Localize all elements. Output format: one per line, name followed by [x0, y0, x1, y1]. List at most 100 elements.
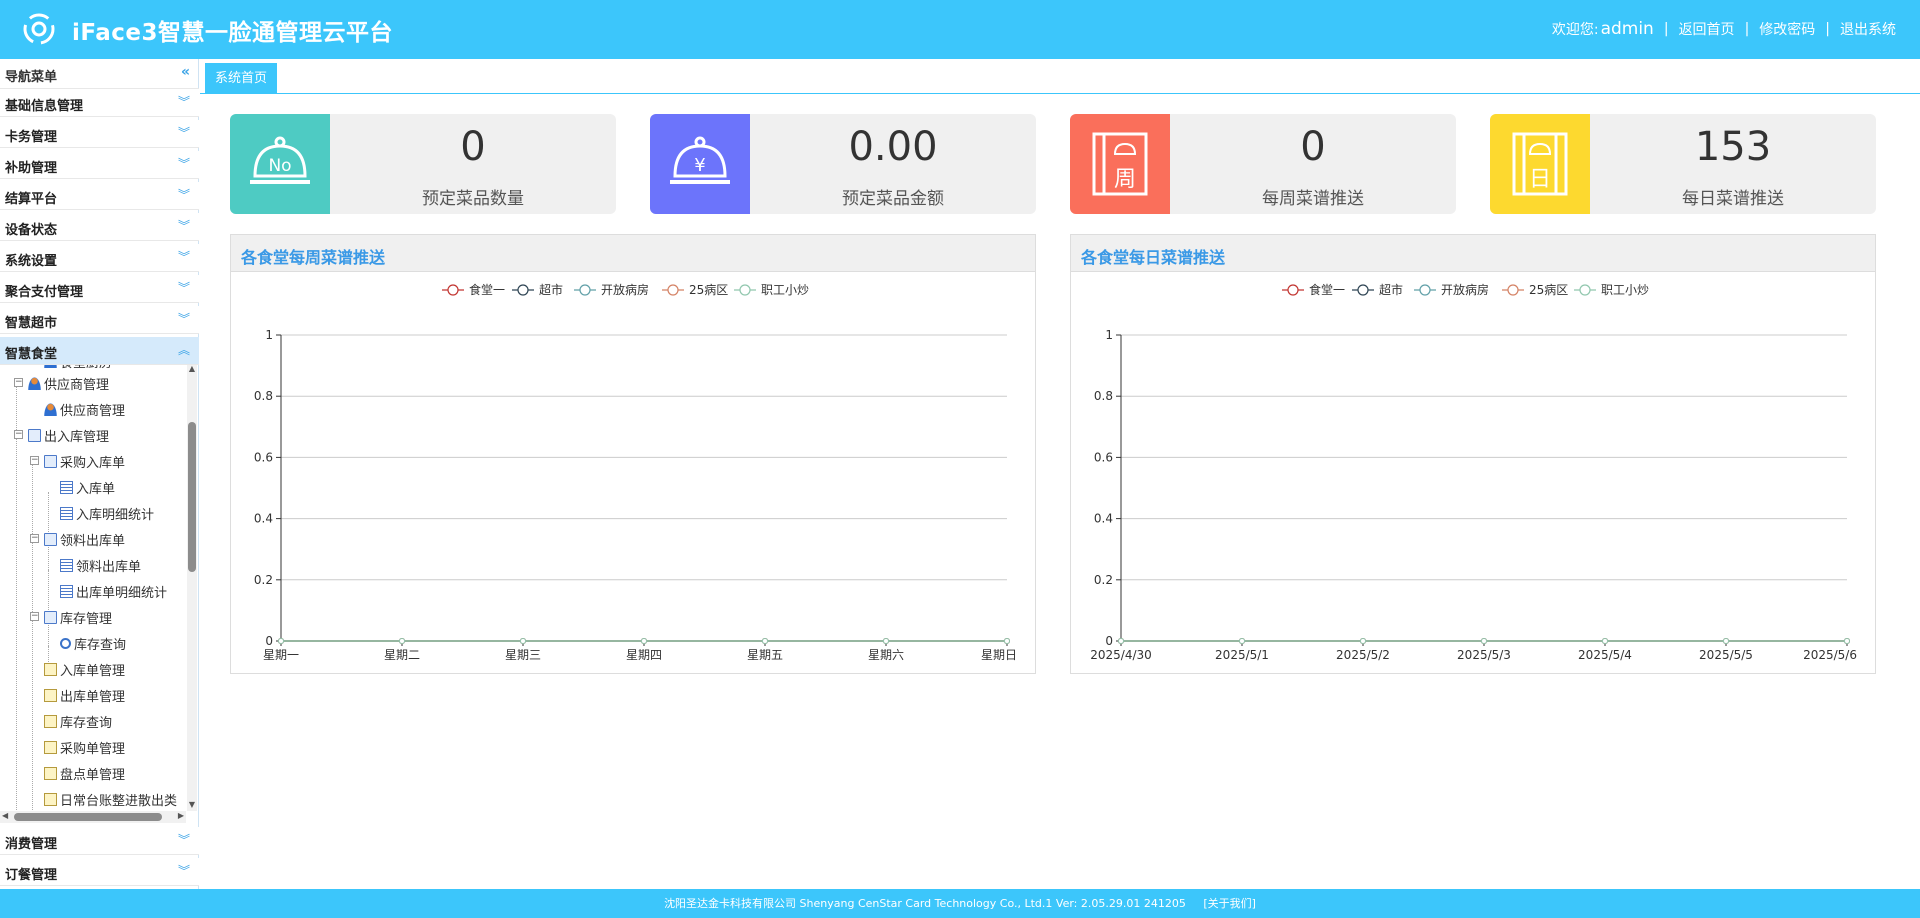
tree-node[interactable]: 出库单明细统计 — [60, 580, 167, 602]
data-point[interactable] — [1360, 638, 1366, 644]
x-tick-label: 星期一 — [263, 648, 299, 662]
data-point[interactable] — [399, 638, 405, 644]
about-link[interactable]: [关于我们] — [1203, 897, 1256, 910]
legend-item[interactable]: 食堂一 — [442, 282, 505, 297]
home-link[interactable]: 返回首页 — [1679, 19, 1735, 39]
scroll-thumb[interactable] — [188, 422, 196, 572]
scroll-up-icon[interactable]: ▲ — [188, 364, 196, 373]
data-point[interactable] — [1844, 638, 1850, 644]
data-point[interactable] — [1481, 638, 1487, 644]
legend-item[interactable]: 超市 — [1352, 282, 1403, 297]
menu-title-label: 导航菜单 — [5, 70, 58, 85]
menu-section[interactable]: 卡务管理 ︾ — [0, 120, 199, 148]
folder-icon — [28, 428, 41, 442]
doc-icon — [44, 688, 57, 702]
menu-section[interactable]: 补助管理 ︾ — [0, 151, 199, 179]
legend-item[interactable]: 食堂一 — [1282, 282, 1345, 297]
tree-node[interactable]: 领料出库单 — [60, 554, 141, 576]
tree-node[interactable]: 日常台账整进散出类 — [44, 788, 177, 810]
x-tick-label: 2025/5/5 — [1699, 648, 1753, 662]
menu-section[interactable]: 消费管理 ︾ — [0, 827, 199, 855]
tree-toggle-icon[interactable]: − — [30, 534, 39, 543]
svg-text:周: 周 — [1114, 167, 1136, 192]
data-point[interactable] — [1602, 638, 1608, 644]
scroll-left-icon[interactable]: ◀ — [2, 811, 8, 820]
menu-section-label: 基础信息管理 — [5, 99, 84, 114]
chevron-down-icon: ︾ — [177, 864, 190, 878]
tree-node-label: 入库明细统计 — [76, 507, 155, 523]
daily-menu-icon: 日 — [1512, 132, 1568, 196]
menu-section[interactable]: 结算平台 ︾ — [0, 182, 199, 210]
tree-toggle-icon[interactable]: − — [14, 378, 23, 387]
tree-node[interactable]: 出库单管理 — [44, 684, 125, 706]
legend-item[interactable]: 职工小炒 — [734, 283, 809, 297]
data-point[interactable] — [883, 638, 889, 644]
tree-node[interactable]: 库存查询 — [60, 632, 126, 654]
menu-section[interactable]: 智慧超市 ︾ — [0, 306, 199, 334]
chevron-down-icon: ︾ — [177, 157, 190, 171]
tree-horizontal-scrollbar[interactable]: ◀ ▶ — [0, 811, 186, 823]
data-point[interactable] — [1723, 638, 1729, 644]
legend-label: 食堂一 — [469, 282, 505, 297]
y-tick-label: 0.4 — [1094, 512, 1113, 526]
cloche-no-icon: No — [250, 136, 310, 184]
data-point[interactable] — [762, 638, 768, 644]
legend-item[interactable]: 超市 — [512, 282, 563, 297]
tab-bar: 系统首页 — [200, 59, 1920, 94]
menu-section[interactable]: 聚合支付管理 ︾ — [0, 275, 199, 303]
scroll-thumb[interactable] — [14, 813, 162, 821]
tree-node[interactable]: 采购入库单 — [44, 450, 125, 472]
tree-node-label: 盘点单管理 — [60, 767, 126, 783]
data-point[interactable] — [1118, 638, 1124, 644]
data-point[interactable] — [278, 638, 284, 644]
tree-node[interactable]: 领料出库单 — [44, 528, 125, 550]
username: admin — [1600, 19, 1654, 39]
x-tick-label: 星期三 — [505, 648, 541, 662]
tree-node-label: 供应商管理 — [60, 403, 126, 419]
stat-caption: 每日菜谱推送 — [1682, 189, 1784, 209]
cloche-yen-icon: ¥ — [670, 136, 730, 184]
stat-caption: 每周菜谱推送 — [1262, 189, 1364, 209]
legend-item[interactable]: 开放病房 — [1414, 282, 1489, 297]
legend-item[interactable]: 职工小炒 — [1574, 283, 1649, 297]
menu-title: 导航菜单 « — [0, 59, 199, 89]
collapse-sidebar-icon[interactable]: « — [181, 64, 190, 80]
weekly-chart-title: 各食堂每周菜谱推送 — [241, 248, 386, 267]
tree-guide-line — [16, 384, 17, 811]
menu-section[interactable]: 设备状态 ︾ — [0, 213, 199, 241]
data-point[interactable] — [520, 638, 526, 644]
scroll-right-icon[interactable]: ▶ — [178, 811, 184, 820]
menu-section[interactable]: 智慧食堂 ︽ — [0, 337, 199, 365]
tree-node[interactable]: 供应商管理 — [44, 398, 125, 420]
tab-home[interactable]: 系统首页 — [205, 63, 278, 94]
tree-toggle-icon[interactable]: − — [30, 612, 39, 621]
menu-section[interactable]: 订餐管理 ︾ — [0, 858, 199, 886]
weekly-menu-icon: 周 — [1092, 132, 1148, 196]
tree-vertical-scrollbar[interactable]: ▲ ▼ — [187, 362, 197, 811]
tree-node[interactable]: 入库单管理 — [44, 658, 125, 680]
tree-node[interactable]: 盘点单管理 — [44, 762, 125, 784]
logout-link[interactable]: 退出系统 — [1840, 19, 1896, 39]
menu-section[interactable]: 基础信息管理 ︾ — [0, 89, 199, 117]
y-tick-label: 1 — [1105, 328, 1113, 342]
change-password-link[interactable]: 修改密码 — [1759, 19, 1815, 39]
legend-item[interactable]: 25病区 — [1502, 282, 1568, 297]
tree-node[interactable]: 出入库管理 — [28, 424, 109, 446]
legend-label: 超市 — [539, 282, 563, 297]
tree-node[interactable]: 入库单 — [60, 476, 115, 498]
tree-node[interactable]: 库存查询 — [44, 710, 112, 732]
tree-node[interactable]: 库存管理 — [44, 606, 112, 628]
scroll-down-icon[interactable]: ▼ — [188, 800, 196, 809]
tree-toggle-icon[interactable]: − — [30, 456, 39, 465]
data-point[interactable] — [1004, 638, 1010, 644]
legend-item[interactable]: 开放病房 — [574, 282, 649, 297]
tree-toggle-icon[interactable]: − — [14, 430, 23, 439]
menu-section-label: 智慧食堂 — [5, 347, 58, 362]
data-point[interactable] — [1239, 638, 1245, 644]
legend-item[interactable]: 25病区 — [662, 282, 728, 297]
tree-node[interactable]: 供应商管理 — [28, 372, 109, 394]
data-point[interactable] — [641, 638, 647, 644]
menu-section[interactable]: 系统设置 ︾ — [0, 244, 199, 272]
tree-node[interactable]: 入库明细统计 — [60, 502, 154, 524]
tree-node[interactable]: 采购单管理 — [44, 736, 125, 758]
